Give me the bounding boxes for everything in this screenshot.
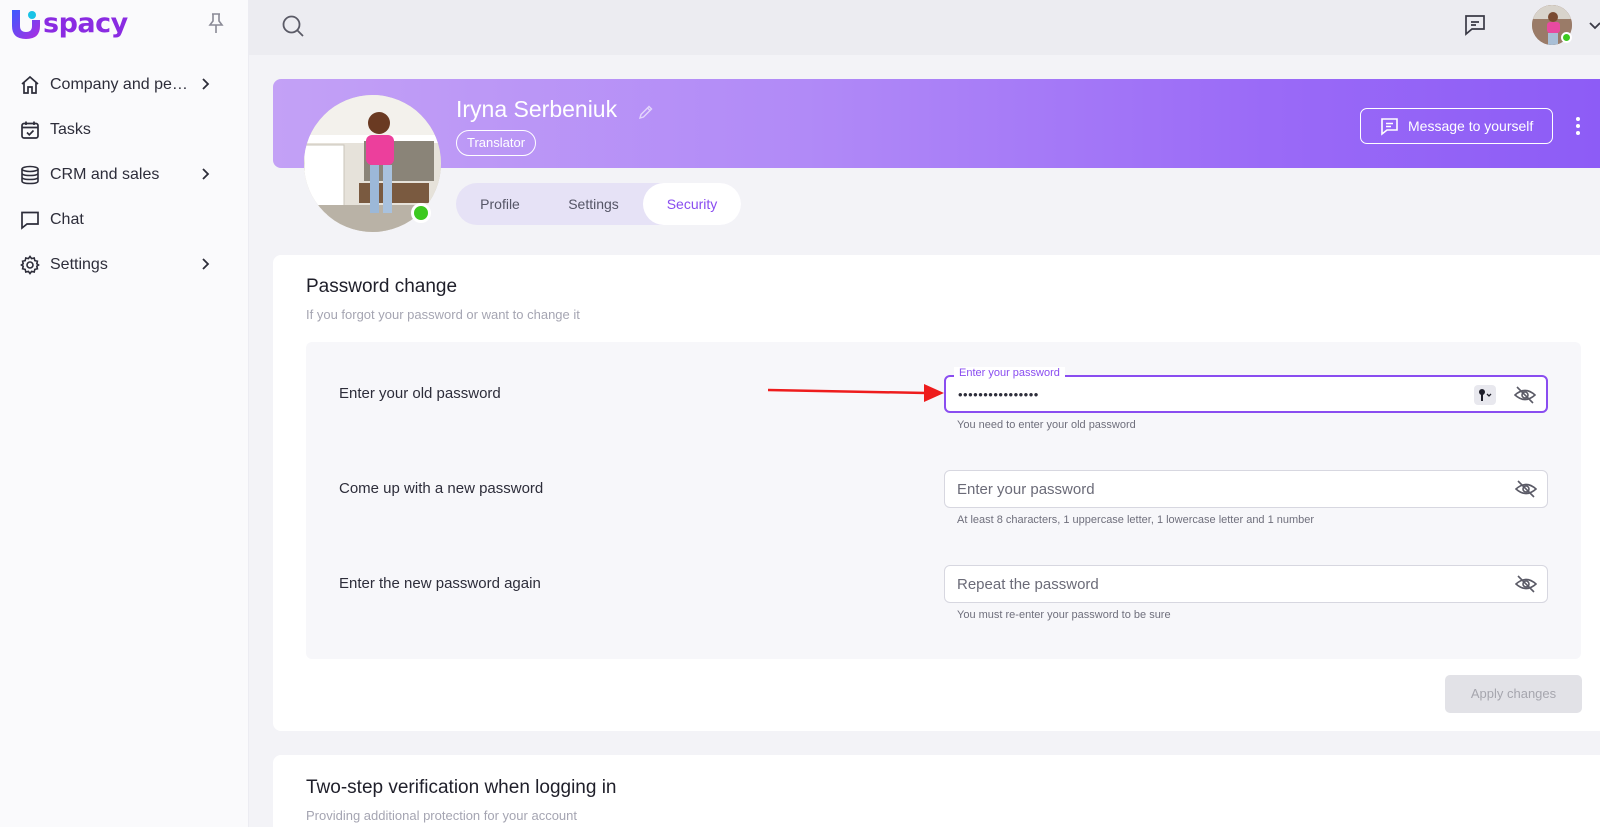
repeat-password-input[interactable] [957,566,1497,602]
new-password-input[interactable] [957,471,1497,507]
repeat-password-field[interactable] [944,565,1548,603]
tab-security[interactable]: Security [643,183,741,225]
tab-profile[interactable]: Profile [456,183,544,225]
new-password-hint: At least 8 characters, 1 uppercase lette… [957,514,1315,526]
online-status-dot [1561,32,1572,43]
logo-text: spacy [43,8,128,39]
message-button-label: Message to yourself [1408,118,1534,134]
chevron-right-icon [202,78,210,90]
messages-icon[interactable] [1463,13,1487,37]
calendar-check-icon [19,119,41,141]
sidebar-item-settings[interactable]: Settings [0,242,249,287]
two-step-subtitle: Providing additional protection for your… [306,808,577,823]
hide-password-icon[interactable] [1515,479,1537,499]
sidebar-item-label: CRM and sales [50,165,160,183]
tab-settings[interactable]: Settings [544,183,643,225]
profile-name: Iryna Serbeniuk [456,96,618,122]
sidebar: spacy Company and pe… Tasks CRM and sale… [0,0,249,827]
more-options-icon[interactable] [1570,115,1586,137]
role-badge: Translator [456,130,537,156]
logo-mark-icon [12,10,40,39]
new-password-field[interactable] [944,470,1548,508]
old-password-hint: You need to enter your old password [957,419,1136,431]
message-icon [1381,117,1398,136]
online-status-dot [411,203,431,223]
sidebar-item-crm[interactable]: CRM and sales [0,152,249,197]
sidebar-item-label: Settings [50,255,108,273]
annotation-arrow-icon [768,384,944,402]
edit-pencil-icon[interactable] [638,104,654,120]
database-icon [19,164,41,186]
logo[interactable]: spacy [10,8,128,40]
sidebar-item-label: Chat [50,210,84,228]
password-manager-key-icon[interactable] [1474,384,1496,406]
chevron-right-icon [202,258,210,270]
old-password-label: Enter your old password [339,385,501,402]
sidebar-nav: Company and pe… Tasks CRM and sales Chat [0,62,249,287]
apply-changes-button[interactable]: Apply changes [1445,675,1582,713]
hide-password-icon[interactable] [1515,574,1537,594]
hide-password-icon[interactable] [1514,385,1536,405]
password-change-subtitle: If you forgot your password or want to c… [306,307,580,322]
password-change-title: Password change [306,276,458,297]
gear-icon [19,254,41,276]
sidebar-item-chat[interactable]: Chat [0,197,249,242]
old-password-input[interactable] [958,377,1498,411]
message-to-yourself-button[interactable]: Message to yourself [1360,108,1553,144]
sidebar-item-company[interactable]: Company and pe… [0,62,249,107]
chevron-down-icon[interactable] [1588,18,1600,32]
home-icon [19,74,41,96]
chat-bubble-icon [19,209,41,231]
chevron-right-icon [202,168,210,180]
profile-tabs: Profile Settings Security [456,183,741,225]
repeat-password-label: Enter the new password again [339,575,541,592]
new-password-label: Come up with a new password [339,480,544,497]
sidebar-item-tasks[interactable]: Tasks [0,107,249,152]
old-password-field[interactable]: Enter your password [944,367,1548,413]
sidebar-item-label: Tasks [50,120,91,138]
search-icon[interactable] [281,14,305,38]
sidebar-item-label: Company and pe… [50,75,188,93]
two-step-title: Two-step verification when logging in [306,777,617,798]
pin-icon[interactable] [206,12,226,34]
top-bar [249,0,1600,55]
repeat-password-hint: You must re-enter your password to be su… [957,609,1171,621]
